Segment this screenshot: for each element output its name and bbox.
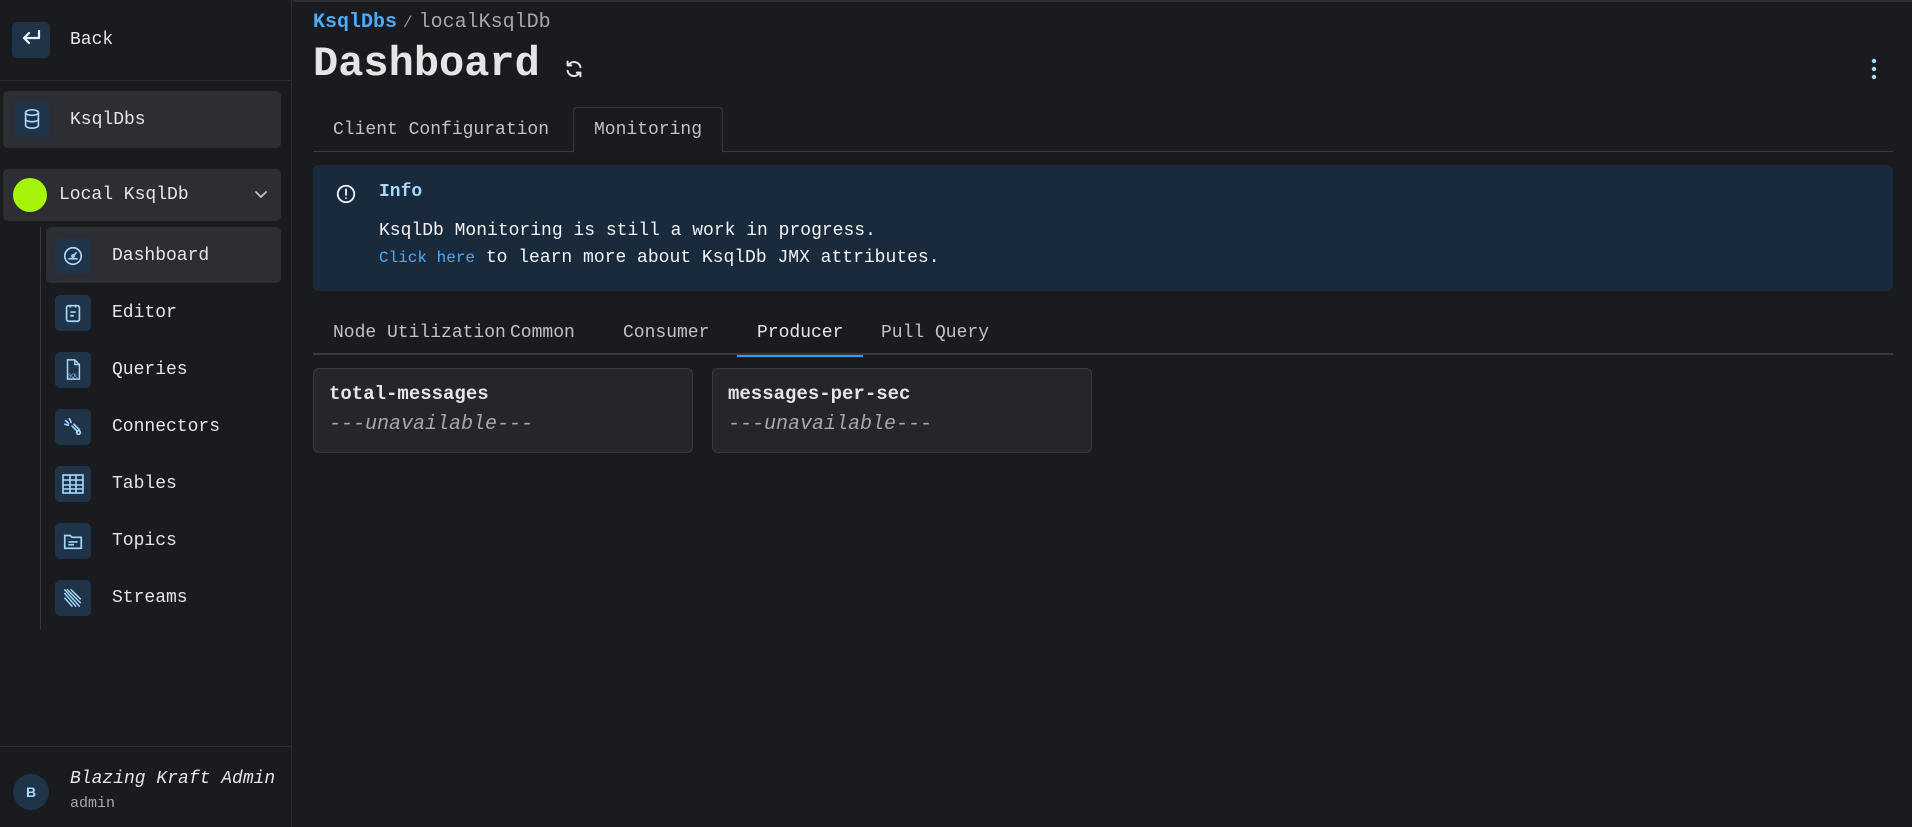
sidebar-item-queries[interactable]: SQL Queries <box>46 341 281 397</box>
breadcrumb-current: localKsqlDb <box>418 11 551 34</box>
folder-icon <box>55 523 91 559</box>
sidebar-item-label: Editor <box>112 303 177 323</box>
sidebar-item-label: KsqlDbs <box>70 110 146 130</box>
metric-value: ---unavailable--- <box>329 413 534 436</box>
page-title: Dashboard <box>313 40 540 88</box>
metric-card: total-messages ---unavailable--- <box>313 368 693 453</box>
sidebar-item-label: Queries <box>112 360 188 380</box>
sidebar-item-tables[interactable]: Tables <box>46 455 281 511</box>
avatar: B <box>13 774 49 810</box>
main-tabs: Client Configuration Monitoring <box>313 107 1893 153</box>
user-role: admin <box>70 795 116 812</box>
info-link-suffix: to learn more about KsqlDb JMX attribute… <box>475 248 940 268</box>
metric-card: messages-per-sec ---unavailable--- <box>712 368 1092 453</box>
sidebar-item-label: Topics <box>112 531 177 551</box>
sidebar-item-connectors[interactable]: Connectors <box>46 398 281 454</box>
sidebar-item-editor[interactable]: Editor <box>46 284 281 340</box>
sidebar: Back KsqlDbs Local KsqlDb Dashboard Edit… <box>0 0 292 827</box>
notes-icon <box>55 295 91 331</box>
info-message-link-line: Click here to learn more about KsqlDb JM… <box>379 248 940 268</box>
metric-name: total-messages <box>329 383 489 405</box>
return-arrow-icon <box>20 29 42 52</box>
user-profile[interactable]: B Blazing Kraft Admin admin <box>0 746 292 827</box>
tab-consumer[interactable]: Consumer <box>603 310 729 355</box>
plug-icon <box>55 409 91 445</box>
tab-producer[interactable]: Producer <box>737 310 864 357</box>
sidebar-item-label: Tables <box>112 474 177 494</box>
tab-common[interactable]: Common <box>490 310 595 355</box>
sidebar-item-ksqldbs[interactable]: KsqlDbs <box>3 91 281 148</box>
info-link[interactable]: Click here <box>379 249 475 267</box>
sidebar-item-label: Dashboard <box>112 246 210 266</box>
cluster-status-dot <box>13 178 47 212</box>
tab-monitoring[interactable]: Monitoring <box>573 107 724 153</box>
metric-name: messages-per-sec <box>728 383 911 405</box>
sidebar-item-label: Connectors <box>112 417 221 437</box>
refresh-icon[interactable] <box>563 58 585 85</box>
metric-value: ---unavailable--- <box>728 413 933 436</box>
top-divider <box>293 0 1912 2</box>
main-content: KsqlDbs / localKsqlDb Dashboard Client Con… <box>293 0 1912 827</box>
user-name: Blazing Kraft Admin <box>70 769 276 789</box>
info-message: KsqlDb Monitoring is still a work in pro… <box>379 221 876 241</box>
breadcrumb-link[interactable]: KsqlDbs <box>313 11 397 34</box>
table-icon <box>55 466 91 502</box>
streams-icon <box>55 580 91 616</box>
submenu-line <box>40 227 41 629</box>
back-label: Back <box>70 30 114 50</box>
chevron-down-icon[interactable] <box>253 186 269 207</box>
database-icon <box>14 101 50 137</box>
back-row[interactable]: Back <box>0 0 292 81</box>
metric-tabs: Node Utilization Common Consumer Produce… <box>313 310 1893 357</box>
info-circle-icon <box>335 183 357 210</box>
tab-client-configuration[interactable]: Client Configuration <box>313 107 569 153</box>
breadcrumb: KsqlDbs / localKsqlDb <box>313 11 551 34</box>
gauge-icon <box>55 238 91 274</box>
svg-text:SQL: SQL <box>68 373 78 379</box>
back-button[interactable] <box>12 22 50 58</box>
tab-pull-query[interactable]: Pull Query <box>861 310 1009 355</box>
sidebar-item-dashboard[interactable]: Dashboard <box>46 227 281 283</box>
info-title: Info <box>379 182 423 202</box>
app-root: Back KsqlDbs Local KsqlDb Dashboard Edit… <box>0 0 1912 827</box>
sidebar-item-label: Streams <box>112 588 188 608</box>
sidebar-item-streams[interactable]: Streams <box>46 569 281 625</box>
cluster-label: Local KsqlDb <box>59 185 189 205</box>
cluster-selector[interactable]: Local KsqlDb <box>3 169 281 221</box>
info-alert: Info KsqlDb Monitoring is still a work i… <box>313 165 1893 291</box>
sidebar-item-topics[interactable]: Topics <box>46 512 281 568</box>
more-menu-icon[interactable] <box>1866 56 1882 82</box>
breadcrumb-separator: / <box>403 14 413 32</box>
sql-file-icon: SQL <box>55 352 91 388</box>
